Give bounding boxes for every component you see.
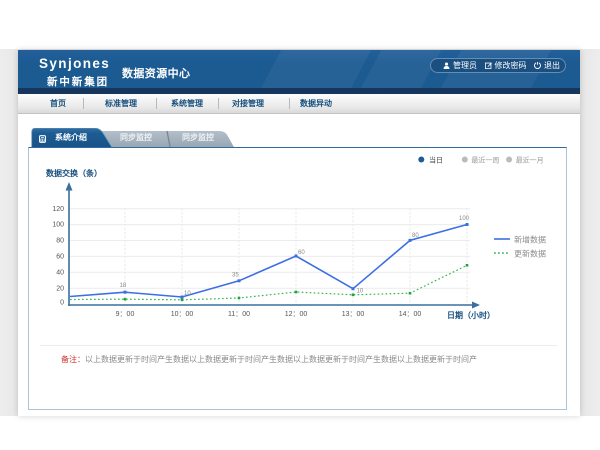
svg-text:当日: 当日 (429, 156, 443, 165)
svg-text:14：00: 14：00 (399, 311, 422, 318)
svg-text:40: 40 (56, 269, 64, 276)
svg-text:数据交换（条）: 数据交换（条） (46, 168, 102, 178)
svg-text:18: 18 (120, 283, 127, 289)
svg-text:11：00: 11：00 (228, 311, 250, 318)
svg-text:35: 35 (232, 273, 239, 279)
svg-text:20: 20 (56, 285, 64, 292)
svg-text:12：00: 12：00 (285, 311, 308, 318)
svg-text:100: 100 (459, 216, 470, 222)
svg-text:80: 80 (56, 238, 64, 245)
svg-text:新增数据: 新增数据 (514, 235, 546, 245)
svg-text:10: 10 (184, 291, 191, 297)
svg-text:13：00: 13：00 (342, 311, 365, 318)
svg-text:60: 60 (56, 254, 64, 261)
svg-text:最近一月: 最近一月 (516, 156, 544, 165)
svg-text:0: 0 (60, 300, 64, 307)
svg-text:最近一周: 最近一周 (471, 156, 499, 165)
svg-text:10：00: 10：00 (171, 311, 194, 318)
svg-text:100: 100 (52, 222, 64, 229)
svg-text:9：00: 9：00 (116, 311, 135, 318)
svg-text:更新数据: 更新数据 (514, 249, 546, 259)
svg-text:日期（小时）: 日期（小时） (447, 310, 495, 320)
svg-text:80: 80 (412, 233, 419, 239)
svg-text:60: 60 (298, 250, 305, 256)
svg-text:120: 120 (52, 206, 64, 213)
svg-text:10: 10 (357, 289, 364, 295)
